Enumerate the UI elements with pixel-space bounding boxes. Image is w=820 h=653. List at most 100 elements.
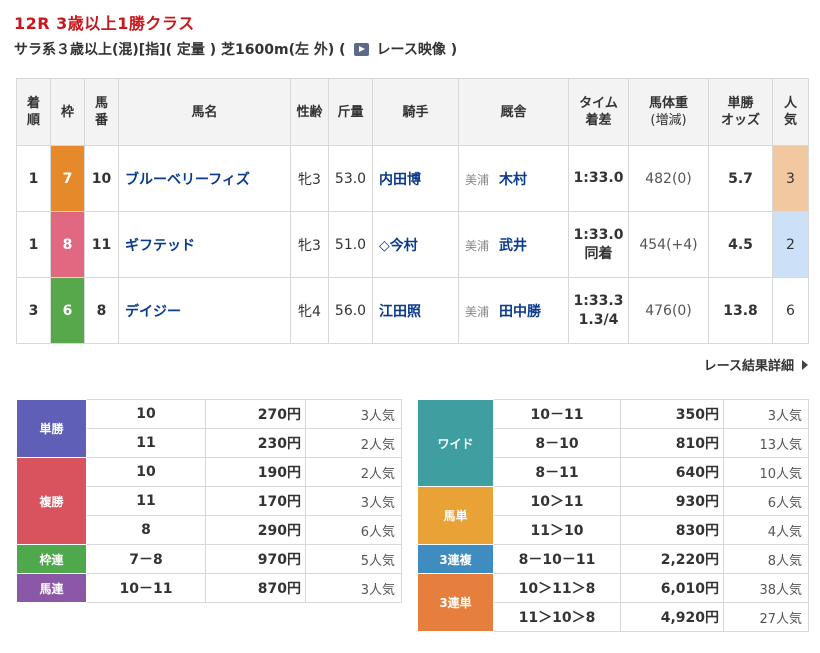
horse-number: 11 <box>84 211 119 278</box>
trainer-cell: 美浦 木村 <box>458 145 569 212</box>
results-header-row: 着順 枠 馬番 馬名 性齢 斤量 騎手 厩舎 タイム 着差 馬体重 (増減) 単勝オ… <box>16 78 809 146</box>
body-weight: 482(0) <box>628 145 709 212</box>
header-sex-age: 性齢 <box>290 78 329 146</box>
payout-amount: 4,920円 <box>620 602 724 632</box>
horse-number: 10 <box>84 145 119 212</box>
payout-amount: 930円 <box>620 486 724 516</box>
finish-margin: 1.3/4 <box>578 311 619 328</box>
win-odds: 13.8 <box>708 277 773 344</box>
popularity: 2 <box>772 211 809 278</box>
result-place: 1 <box>16 211 51 278</box>
body-weight: 454(+4) <box>628 211 709 278</box>
payout-combo: 11 <box>86 428 206 458</box>
header-place: 着順 <box>16 78 51 146</box>
payout-popularity: 4人気 <box>723 515 809 545</box>
header-horse-name: 馬名 <box>118 78 291 146</box>
horse-name-link[interactable]: デイジー <box>118 277 291 344</box>
payout-combo: 10－11 <box>493 399 621 429</box>
frame-badge: 6 <box>50 277 85 344</box>
popularity: 6 <box>772 277 809 344</box>
payout-row: 3連単 10＞11＞8 6,010円 38人気 <box>417 573 809 632</box>
payout-popularity: 6人気 <box>723 486 809 516</box>
payout-label-win: 単勝 <box>16 399 87 458</box>
race-conditions-text: サラ系３歳以上(混)[指]( 定量 ) 芝1600m(左 外) ( <box>14 42 346 58</box>
payout-combo: 8－11 <box>493 457 621 487</box>
trainer-link[interactable]: 木村 <box>499 172 527 188</box>
payout-row: 馬連 10－11 870円 3人気 <box>16 573 402 603</box>
payout-label-exacta: 馬単 <box>417 486 494 545</box>
payout-table-right: ワイド 10－11 350円 3人気 8－10 810円 13人気 8－11 6… <box>417 399 809 632</box>
payout-row: 3連複 8－10－11 2,220円 8人気 <box>417 544 809 574</box>
trainer-cell: 美浦 武井 <box>458 211 569 278</box>
payout-amount: 350円 <box>620 399 724 429</box>
payout-combo: 11＞10 <box>493 515 621 545</box>
race-detail-link[interactable]: レース結果詳細 <box>704 355 808 374</box>
payout-combo: 10＞11 <box>493 486 621 516</box>
finish-time: 1:33.3 1.3/4 <box>568 277 629 344</box>
frame-badge: 7 <box>50 145 85 212</box>
payout-label-bracket-quinella: 枠連 <box>16 544 87 574</box>
race-detail-label: レース結果詳細 <box>703 359 794 374</box>
sex-age: 牝3 <box>290 211 329 278</box>
trainer-location: 美浦 <box>465 172 490 187</box>
payout-amount: 970円 <box>205 544 306 574</box>
trainer-link[interactable]: 田中勝 <box>499 304 541 320</box>
payout-popularity: 10人気 <box>723 457 809 487</box>
payout-popularity: 3人気 <box>305 573 402 603</box>
finish-time: 1:33.0 <box>568 145 629 212</box>
jockey-link[interactable]: 内田博 <box>372 145 459 212</box>
trainer-link[interactable]: 武井 <box>499 238 527 254</box>
horse-number: 8 <box>84 277 119 344</box>
finish-margin: 同着 <box>584 245 613 262</box>
sex-age: 牝4 <box>290 277 329 344</box>
horse-name-link[interactable]: ブルーベリーフィズ <box>118 145 291 212</box>
race-video-link[interactable]: レース映像 ) <box>377 39 458 59</box>
payout-amount: 230円 <box>205 428 306 458</box>
sex-age: 牝3 <box>290 145 329 212</box>
payout-popularity: 6人気 <box>305 515 402 545</box>
payout-label-wide: ワイド <box>417 399 494 487</box>
payout-row: 馬単 10＞11 930円 6人気 <box>417 486 809 545</box>
payout-amount: 2,220円 <box>620 544 724 574</box>
popularity: 3 <box>772 145 809 212</box>
header-jockey: 騎手 <box>372 78 459 146</box>
payout-popularity: 2人気 <box>305 428 402 458</box>
payout-popularity: 13人気 <box>723 428 809 458</box>
trainer-cell: 美浦 田中勝 <box>458 277 569 344</box>
weight-carried: 51.0 <box>328 211 373 278</box>
header-body-weight: 馬体重 (増減) <box>628 78 709 146</box>
payout-combo: 10 <box>86 457 206 487</box>
payout-popularity: 5人気 <box>305 544 402 574</box>
jockey-link[interactable]: 江田照 <box>372 277 459 344</box>
payout-combo: 11 <box>86 486 206 516</box>
frame-badge: 8 <box>50 211 85 278</box>
table-row: 3 6 8 デイジー 牝4 56.0 江田照 美浦 田中勝 1:33.3 1.3/4… <box>16 277 809 344</box>
payout-row: 枠連 7－8 970円 5人気 <box>16 544 402 574</box>
payout-label-quinella: 馬連 <box>16 573 87 603</box>
jockey-link[interactable]: ◇今村 <box>372 211 459 278</box>
payout-amount: 270円 <box>205 399 306 429</box>
payout-label-trio: 3連複 <box>417 544 494 574</box>
payout-popularity: 3人気 <box>305 486 402 516</box>
video-play-icon[interactable] <box>353 42 369 56</box>
horse-name-link[interactable]: ギフテッド <box>118 211 291 278</box>
race-title: 12R 3歳以上1勝クラス <box>14 14 195 33</box>
payout-amount: 830円 <box>620 515 724 545</box>
payout-amount: 810円 <box>620 428 724 458</box>
payout-popularity: 3人気 <box>305 399 402 429</box>
result-place: 3 <box>16 277 51 344</box>
payout-combo: 10＞11＞8 <box>493 573 621 603</box>
payout-amount: 870円 <box>205 573 306 603</box>
table-row: 1 7 10 ブルーベリーフィズ 牝3 53.0 内田博 美浦 木村 1:33.0… <box>16 145 809 212</box>
payout-combo: 8－10－11 <box>493 544 621 574</box>
header-odds: 単勝 オッズ <box>708 78 773 146</box>
header-time: タイム 着差 <box>568 78 629 146</box>
payout-combo: 10 <box>86 399 206 429</box>
payout-row: 単勝 10 270円 3人気 <box>16 399 402 458</box>
trainer-location: 美浦 <box>465 304 490 319</box>
header-frame: 枠 <box>50 78 85 146</box>
payout-combo: 10－11 <box>86 573 206 603</box>
body-weight: 476(0) <box>628 277 709 344</box>
weight-carried: 53.0 <box>328 145 373 212</box>
payout-combo: 8－10 <box>493 428 621 458</box>
